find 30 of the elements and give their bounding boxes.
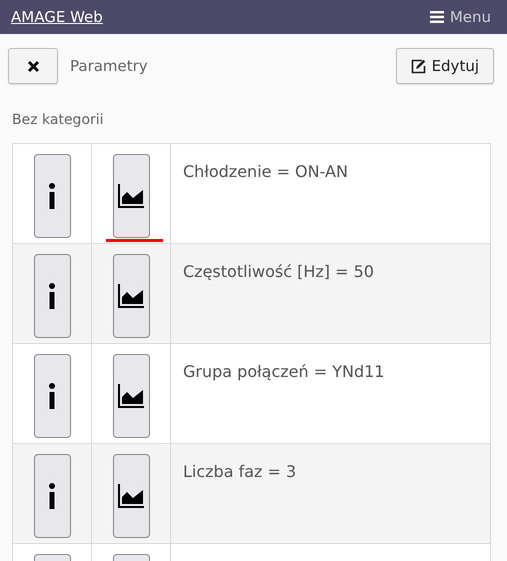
close-button[interactable] [8,48,58,84]
area-chart-icon [118,484,144,508]
menu-icon [430,11,444,23]
underline-mark [106,239,163,242]
parameter-value: Grupa połączeń = YNd11 [183,362,384,381]
info-button[interactable] [34,454,70,538]
chart-button[interactable] [112,254,150,338]
close-icon [26,60,40,72]
parameter-value: Liczba faz = 3 [183,462,296,481]
area-chart-icon [118,384,144,408]
brand-link[interactable]: AMAGE Web [11,8,103,26]
info-button[interactable] [34,354,70,438]
chart-button[interactable] [112,454,150,538]
info-icon [48,383,56,409]
edit-icon [410,58,426,74]
info-icon [48,283,56,309]
edit-button[interactable]: Edytuj [396,48,494,84]
info-button[interactable] [34,254,70,338]
chart-button[interactable] [112,154,150,238]
page-title: Parametry [70,57,148,75]
parameter-value: Częstotliwość [Hz] = 50 [183,262,374,281]
area-chart-icon [118,184,144,208]
area-chart-icon [118,284,144,308]
parameter-value: Chłodzenie = ON-AN [183,162,348,181]
category-heading: Bez kategorii [12,112,105,128]
info-button[interactable] [34,154,70,238]
info-icon [48,183,56,209]
info-icon [48,483,56,509]
menu-button[interactable]: Menu [430,8,491,26]
chart-button[interactable] [112,354,150,438]
